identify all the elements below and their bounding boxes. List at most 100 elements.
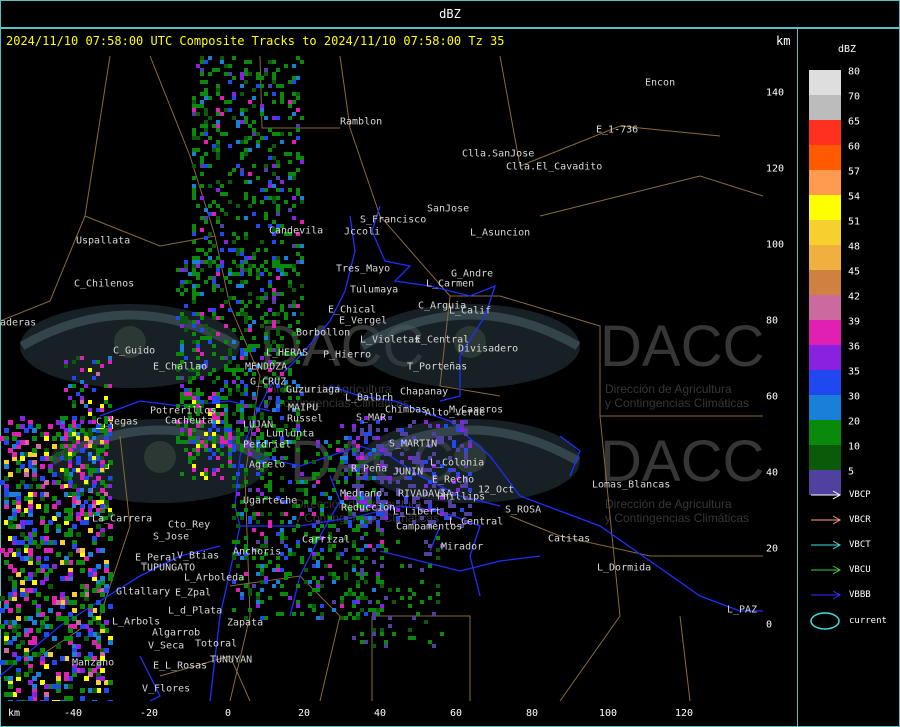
km-unit-bottom: km	[8, 708, 21, 719]
dbz-swatch	[809, 220, 841, 245]
dbz-swatch	[809, 195, 841, 220]
place-label: L_HERAS	[266, 347, 309, 359]
place-label: Agrelo	[249, 459, 286, 471]
x-tick-label: 20	[297, 708, 311, 719]
place-label: E_Recho	[432, 474, 475, 486]
radar-map[interactable]: DACC Dirección de Agricultura y Contingenc…	[0, 56, 763, 701]
place-label: Ramblon	[340, 116, 383, 128]
current-label: current	[849, 616, 887, 626]
place-label: E_Zpal	[175, 587, 212, 599]
place-label: L_Violetas	[360, 334, 421, 346]
place-label: L_Libert	[393, 506, 442, 518]
dbz-level-label: 70	[848, 91, 861, 103]
place-label: Candevila	[269, 225, 324, 237]
x-tick-label: -20	[139, 708, 159, 719]
place-label: Algarrob	[152, 627, 201, 639]
place-label: T_Porteñas	[407, 361, 468, 373]
track-label: VBCP	[849, 490, 871, 500]
dbz-level-label: 30	[848, 391, 861, 403]
dbz-level-label: 48	[848, 241, 861, 253]
place-label: Clla.El_Cavadito	[506, 161, 603, 173]
place-label: Russel	[287, 413, 324, 425]
place-label: Anchoris	[233, 546, 282, 558]
dbz-swatch	[809, 120, 841, 145]
dbz-level-label: 36	[848, 341, 861, 353]
place-label: Guzuriaga	[286, 384, 341, 396]
dbz-level-label: 65	[848, 116, 861, 128]
place-label: L_Arboleda	[184, 572, 245, 584]
place-label: C_Chilenos	[74, 278, 135, 290]
dbz-swatch	[809, 345, 841, 370]
dbz-swatch	[809, 295, 841, 320]
place-label: C_Vegas	[96, 416, 139, 428]
place-label: Gltallary	[116, 586, 171, 598]
place-label: E_Challao	[153, 361, 208, 373]
place-label: L_d_Plata	[168, 605, 223, 617]
radar-map-canvas: DACCDirección de Agriculturay Contingenc…	[0, 56, 763, 701]
legend-title: dBZ	[838, 44, 857, 55]
dbz-swatch	[809, 320, 841, 345]
x-tick-label: 100	[598, 708, 618, 719]
dbz-level-label: 35	[848, 366, 861, 378]
place-label: E_Vergel	[339, 315, 388, 327]
dbz-swatch	[809, 70, 841, 95]
dbz-level-label: 51	[848, 216, 861, 228]
place-label: Divisadero	[458, 343, 519, 355]
place-label: Chimbas	[385, 404, 428, 416]
map-header: 2024/11/10 07:58:00 UTC Composite Tracks…	[6, 34, 505, 48]
place-label: Manzano	[72, 657, 115, 669]
place-label: S_Francisco	[360, 214, 427, 226]
place-label: P_Hierro	[323, 349, 372, 361]
dbz-level-label: 42	[848, 291, 861, 303]
dbz-level-label: 45	[848, 266, 861, 278]
place-label: Mirador	[441, 541, 484, 553]
track-label: VBCU	[849, 565, 871, 575]
place-label: L_Asuncion	[470, 227, 531, 239]
place-label: Chapanay	[400, 386, 449, 398]
dbz-swatch	[809, 445, 841, 470]
place-label: Uspallata	[76, 235, 131, 247]
place-label: 12_Oct	[478, 484, 515, 496]
current-ellipse-icon	[810, 612, 840, 630]
place-label: E_Chical	[328, 304, 377, 316]
dbz-swatch	[809, 170, 841, 195]
place-label: Cto_Rey	[168, 519, 211, 531]
place-label: E_L_Rosas	[153, 660, 208, 672]
y-tick-label: 20	[766, 543, 779, 555]
y-tick-label: 80	[766, 315, 779, 327]
place-label: MAIPU	[288, 402, 319, 414]
x-tick-label: 120	[674, 708, 694, 719]
dbz-swatch	[809, 95, 841, 120]
x-tick-label: 60	[449, 708, 463, 719]
track-arrow-icon	[811, 515, 842, 525]
place-label: MENDOZA	[245, 361, 288, 373]
place-label: L_Colonia	[430, 457, 485, 469]
place-label: E_1-736	[596, 124, 639, 136]
place-label: C_Guido	[113, 345, 156, 357]
place-label: Catitas	[548, 533, 591, 545]
place-label: Alto_Verde	[425, 407, 486, 419]
place-label: Lunlunta	[266, 428, 315, 440]
dbz-level-label: 20	[848, 416, 861, 428]
place-label: L_Dormida	[597, 562, 652, 574]
dbz-level-label: 57	[848, 166, 861, 178]
place-label: L_Carmen	[426, 278, 475, 290]
track-arrow-icon	[811, 590, 842, 600]
y-tick-label: 40	[766, 467, 779, 479]
dbz-swatch	[809, 270, 841, 295]
place-label: Borbollon	[296, 327, 351, 339]
place-label: S_ROSA	[505, 504, 542, 516]
x-tick-label: 80	[525, 708, 539, 719]
x-tick-label: -40	[63, 708, 83, 719]
y-tick-label: 120	[766, 163, 785, 175]
place-label: Campamentos	[396, 521, 463, 533]
place-label: Tulumaya	[350, 284, 399, 296]
place-label: Jccoli	[344, 226, 381, 238]
place-label: Carrizal	[302, 534, 351, 546]
place-label: Lomas_Blancas	[592, 479, 671, 491]
place-label: Reducción	[341, 502, 396, 514]
place-label: G_CRUZ	[250, 376, 287, 388]
track-arrow-icon	[811, 540, 842, 550]
dbz-swatch	[809, 420, 841, 445]
track-label: VBCT	[849, 540, 871, 550]
